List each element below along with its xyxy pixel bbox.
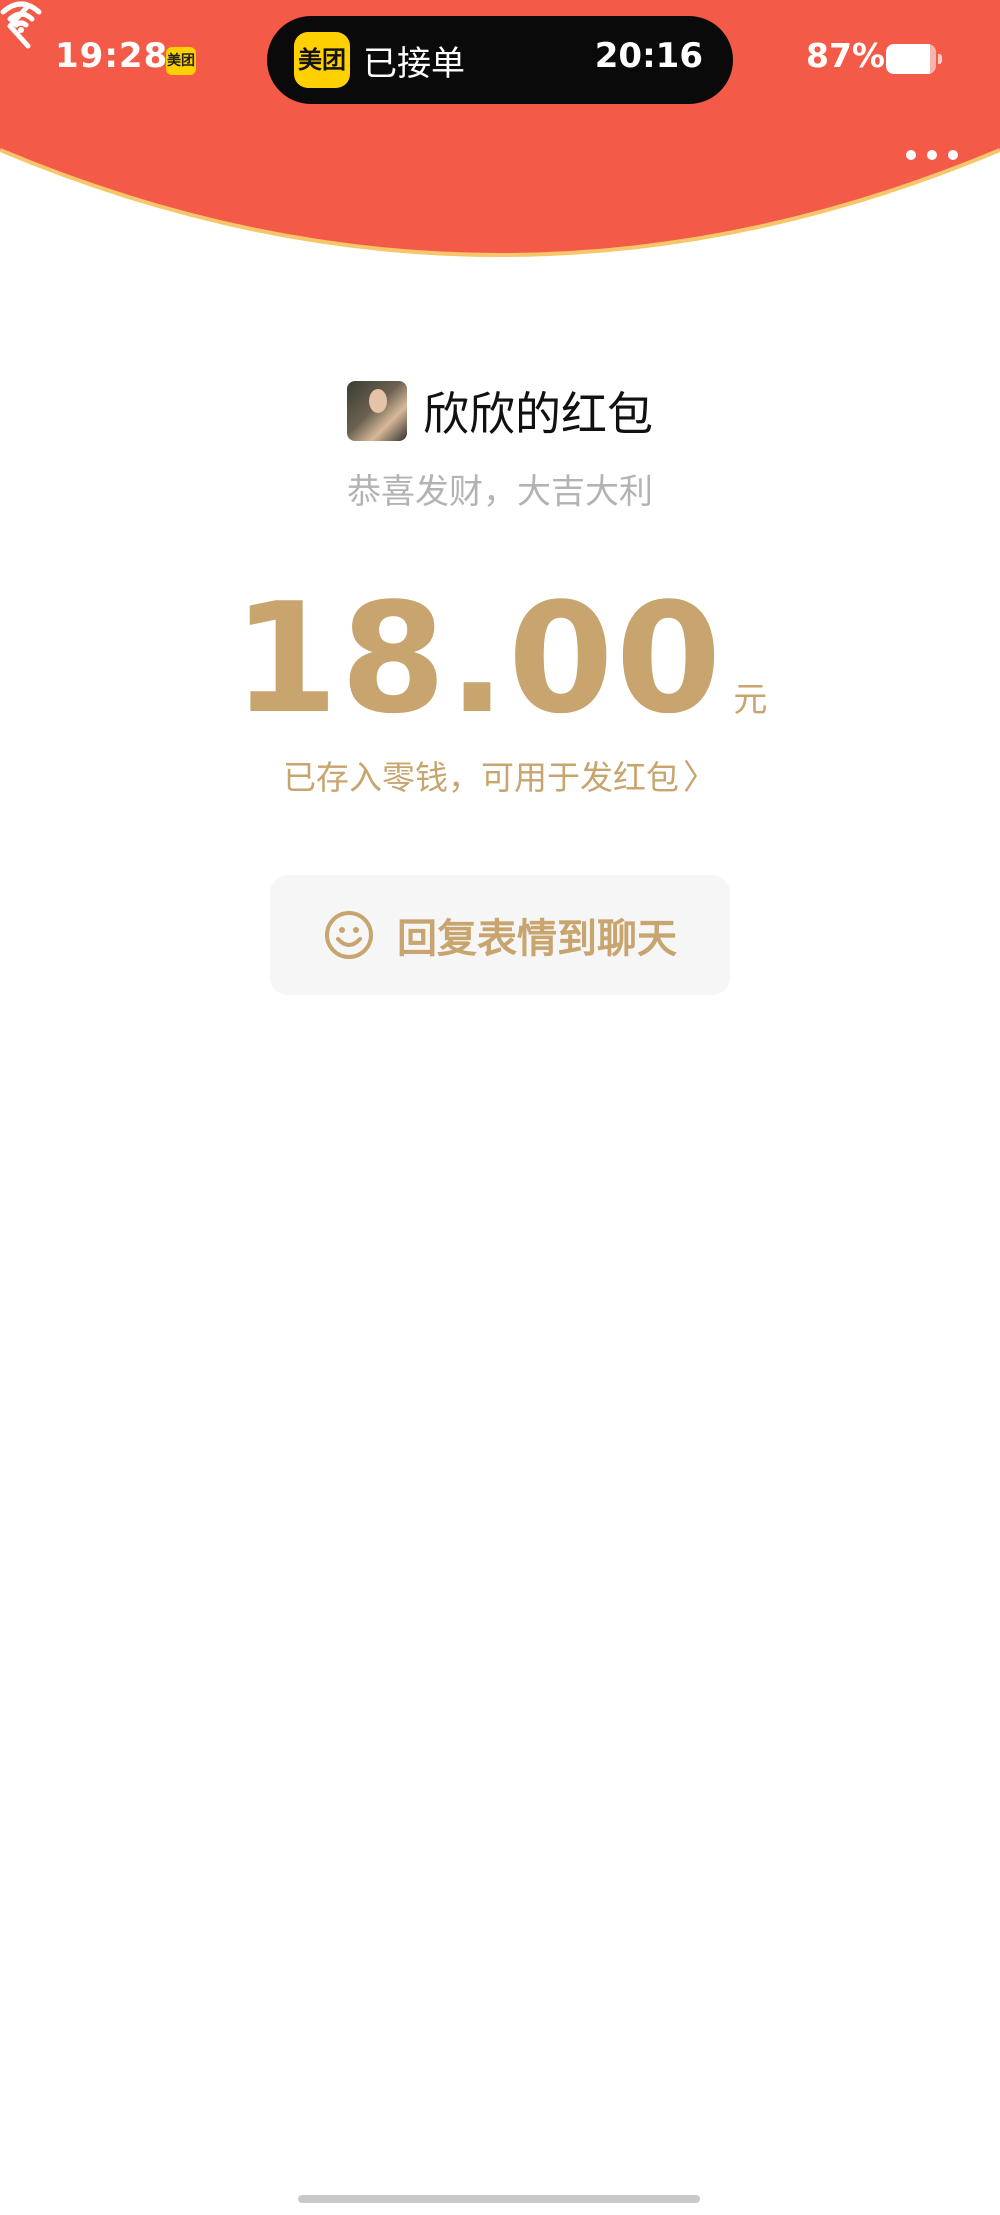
battery-icon bbox=[886, 44, 942, 74]
amount-unit: 元 bbox=[733, 680, 768, 720]
red-envelope-header: 19:28 美团 美团 已接单 20:16 87% bbox=[0, 0, 1000, 300]
order-status: 已接单 bbox=[363, 44, 465, 84]
sender-name: 欣欣的红包 bbox=[423, 387, 653, 441]
battery-percentage: 87% bbox=[806, 36, 885, 75]
dynamic-island[interactable]: 美团 已接单 20:16 bbox=[267, 16, 733, 104]
sender-row: 欣欣的红包 bbox=[0, 378, 1000, 444]
battery-fill bbox=[886, 44, 930, 74]
chevron-right-icon: 〉 bbox=[683, 758, 717, 798]
blessing-text: 恭喜发财，大吉大利 bbox=[347, 472, 653, 512]
deposit-link[interactable]: 已存入零钱，可用于发红包〉 bbox=[0, 750, 1000, 799]
back-button[interactable] bbox=[0, 0, 40, 52]
more-options-button[interactable] bbox=[904, 140, 960, 170]
meituan-logo-icon: 美团 bbox=[294, 32, 350, 88]
avatar[interactable] bbox=[347, 381, 407, 441]
amount-value: 18.00 bbox=[232, 570, 724, 747]
meituan-badge-icon: 美团 bbox=[166, 47, 196, 75]
status-time: 19:28 bbox=[55, 36, 169, 76]
smiley-icon bbox=[325, 911, 373, 959]
amount-row: 18.00 元 bbox=[0, 570, 1000, 747]
reply-button-label: 回复表情到聊天 bbox=[397, 916, 677, 962]
reply-sticker-button[interactable]: 回复表情到聊天 bbox=[270, 875, 730, 995]
home-indicator[interactable] bbox=[298, 2195, 700, 2203]
deposit-note: 已存入零钱，可用于发红包 bbox=[283, 758, 679, 797]
order-time: 20:16 bbox=[594, 36, 703, 76]
